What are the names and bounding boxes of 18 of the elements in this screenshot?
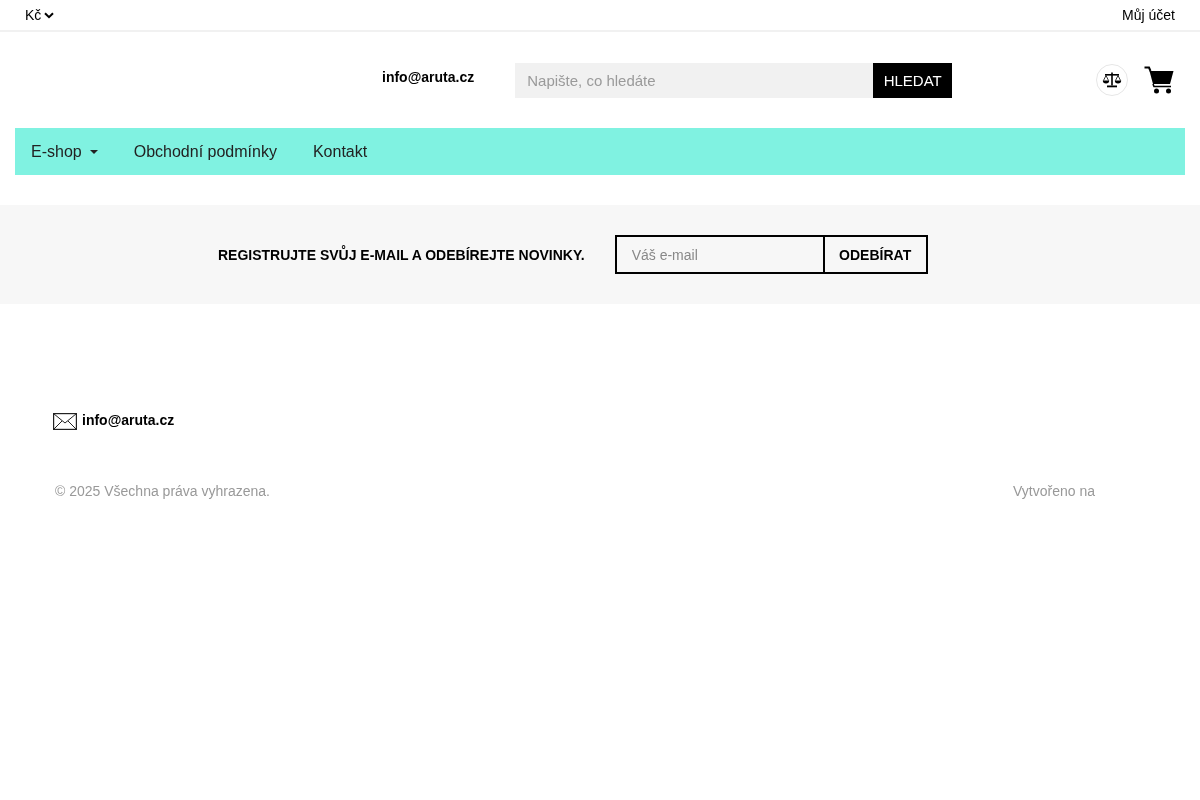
- credit-text: Vytvořeno na: [1013, 483, 1095, 499]
- chevron-down-icon: [44, 11, 55, 19]
- nav-link[interactable]: Obchodní podmínky: [133, 142, 277, 161]
- email-field[interactable]: Váš e-mail: [614, 235, 825, 274]
- cart-icon[interactable]: [1144, 66, 1174, 94]
- scales-icon[interactable]: [1096, 64, 1128, 96]
- currency-select[interactable]: Kč: [25, 7, 55, 23]
- search-button[interactable]: HLEDAT: [873, 62, 953, 98]
- newsletter-text: REGISTRUJTE SVŮJ E-MAIL A ODEBÍREJTE NOVINKY.: [218, 246, 585, 263]
- email-link[interactable]: info@aruta.cz: [382, 69, 475, 85]
- subscribe-button[interactable]: ODEBÍRAT: [822, 235, 928, 274]
- nav-link[interactable]: E-shop: [31, 142, 98, 161]
- nav-link[interactable]: Kontakt: [312, 142, 368, 161]
- copyright-text: © 2025 Všechna práva vyhrazena.: [55, 483, 270, 499]
- search-field[interactable]: Napište, co hledáte: [515, 62, 874, 98]
- email-link[interactable]: info@aruta.cz: [82, 412, 175, 428]
- account-link[interactable]: Můj účet: [1122, 7, 1175, 23]
- envelope-icon: [53, 413, 77, 430]
